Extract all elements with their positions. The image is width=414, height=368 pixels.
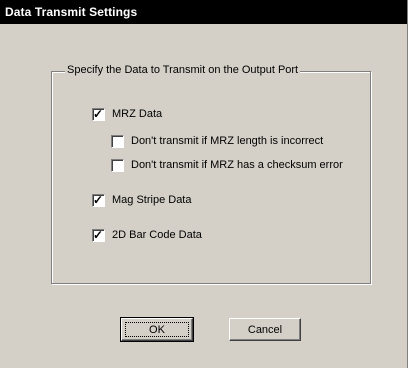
checkmark-icon: ✓ bbox=[93, 227, 104, 242]
2d-bar-code-data-label: 2D Bar Code Data bbox=[112, 229, 202, 241]
mrz-data-label: MRZ Data bbox=[112, 108, 163, 120]
groupbox-label: Specify the Data to Transmit on the Outp… bbox=[65, 64, 301, 76]
mrz-length-incorrect-checkbox[interactable] bbox=[111, 134, 124, 148]
checkmark-icon: ✓ bbox=[93, 106, 104, 121]
title-bar[interactable]: Data Transmit Settings bbox=[0, 0, 407, 24]
mrz-length-incorrect-label: Don't transmit if MRZ length is incorrec… bbox=[131, 135, 324, 147]
2d-bar-code-data-checkbox[interactable]: ✓ bbox=[92, 227, 105, 242]
mrz-length-incorrect-option[interactable]: Don't transmit if MRZ length is incorrec… bbox=[111, 133, 323, 149]
cancel-button-label: Cancel bbox=[247, 323, 283, 336]
mag-stripe-data-option[interactable]: ✓ Mag Stripe Data bbox=[92, 192, 191, 208]
mag-stripe-data-checkbox[interactable]: ✓ bbox=[92, 192, 105, 207]
ok-button-label: OK bbox=[149, 323, 165, 336]
ok-button[interactable]: OK bbox=[120, 317, 194, 342]
2d-bar-code-data-option[interactable]: ✓ 2D Bar Code Data bbox=[92, 227, 202, 243]
checkmark-icon: ✓ bbox=[93, 192, 104, 207]
mrz-data-option[interactable]: ✓ MRZ Data bbox=[92, 106, 162, 122]
dialog-title: Data Transmit Settings bbox=[5, 5, 138, 19]
mrz-checksum-error-option[interactable]: Don't transmit if MRZ has a checksum err… bbox=[111, 157, 343, 173]
mrz-data-checkbox[interactable]: ✓ bbox=[92, 106, 105, 121]
mag-stripe-data-label: Mag Stripe Data bbox=[112, 194, 192, 206]
data-transmit-settings-dialog: Data Transmit Settings Specify the Data … bbox=[0, 0, 408, 368]
cancel-button[interactable]: Cancel bbox=[229, 318, 301, 341]
mrz-checksum-error-checkbox[interactable] bbox=[111, 158, 124, 172]
mrz-checksum-error-label: Don't transmit if MRZ has a checksum err… bbox=[131, 159, 343, 171]
output-port-groupbox bbox=[51, 71, 371, 284]
